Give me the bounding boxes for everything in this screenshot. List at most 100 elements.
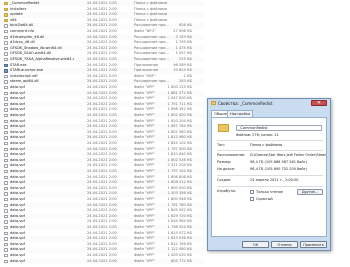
tab-customize[interactable]: Настройка — [227, 110, 254, 117]
file-date: 24.04.2021 2:00 — [87, 174, 117, 179]
file-date: 24.04.2021 2:00 — [87, 118, 117, 123]
dialog-titlebar[interactable]: Свойства: _CommonRedist ✕ — [208, 99, 330, 108]
file-name: GFSDK_SSAO.win64.dll — [10, 51, 52, 56]
file-row[interactable]: data.vpf 24.04.2021 2:00 Файл "VPF" 1 802 5… — [0, 130, 204, 135]
file-name: data.vpf — [10, 202, 25, 207]
file-size: 1 898 352 КБ — [167, 107, 192, 112]
file-row[interactable]: data.vpf 24.04.2021 2:00 Файл "VPF" 1 808 2… — [0, 180, 204, 186]
file-row[interactable]: data.vpf 24.04.2021 2:00 Файл "VPF" 1 805 5… — [0, 208, 204, 213]
file-row[interactable]: data.vpf 24.04.2021 2:00 Файл "VPF" 805 772… — [0, 258, 204, 264]
file-date: 24.04.2021 2:00 — [87, 124, 117, 129]
file-row[interactable]: data.vpf 24.04.2021 2:00 Файл "VPF" 1 810 6… — [0, 152, 204, 157]
cancel-button[interactable]: Отмена — [271, 241, 298, 248]
file-row[interactable]: data.vpf 24.04.2021 2:00 Файл "VPF" 1 798 0… — [0, 225, 204, 231]
file-icon — [4, 186, 8, 191]
file-icon — [4, 80, 8, 84]
file-row[interactable]: d3dcsx_46.dll 24.04.2021 2:00 Расширение п… — [0, 40, 204, 45]
apply-button[interactable]: Применить — [300, 241, 327, 248]
file-row[interactable]: d3dcompiler_46.dll 24.04.2021 2:00 Расшире… — [0, 34, 204, 40]
file-row[interactable]: data.vpf 24.04.2021 2:00 Файл "VPF" 1 802 4… — [0, 113, 204, 119]
folder-icon — [4, 2, 8, 6]
file-size: 2 303 356 КБ — [167, 191, 192, 196]
file-size: 1 800 948 КБ — [167, 197, 192, 201]
file-name: data.vpf — [10, 113, 25, 117]
file-row[interactable]: data.vpf 24.04.2021 2:00 Файл "VPF" 1 781 7… — [0, 202, 204, 208]
file-row[interactable]: data.vpf 24.04.2021 2:00 Файл "VPF" 1 823 0… — [0, 236, 204, 242]
file-row[interactable]: data.vpf 24.04.2021 2:00 Файл "VPF" 1 845 1… — [0, 141, 204, 146]
file-row[interactable]: data.vpf 24.04.2021 2:00 Файл "VPF" 1 802 3… — [0, 157, 204, 164]
file-row[interactable]: data.vpf 24.04.2021 2:00 Файл "VPF" 1 009 0… — [0, 253, 204, 258]
file-date: 24.04.2021 2:00 — [87, 141, 117, 145]
file-row[interactable]: data.vpf 24.04.2021 2:00 Файл "VPF" 2 321 2… — [0, 163, 204, 168]
file-row[interactable]: data.vpf 24.04.2021 2:00 Файл "VPF" 1 800 0… — [0, 186, 204, 191]
file-name: data.vpf — [10, 230, 25, 235]
file-date: 24.04.2021 2:00 — [87, 202, 117, 207]
file-icon — [4, 214, 8, 219]
file-row[interactable]: data.vpf 24.04.2021 2:00 Файл "VPF" 1 812 1… — [0, 242, 204, 247]
file-type: Папка с файлами — [134, 17, 168, 22]
file-row[interactable]: data.vpf 24.04.2021 2:00 Файл "VPF" 1 812 9… — [0, 135, 204, 141]
file-row[interactable]: GFSDK_TXAA_AlphaResolve.win64.dll 24.04.2… — [0, 57, 204, 63]
location-value: D:\Games\Star Wars Jedi Fallen Order\Ste… — [250, 153, 326, 157]
file-row[interactable]: data.vpf 24.04.2021 2:00 Файл "VPF" 2 303 3… — [0, 191, 204, 197]
file-row[interactable]: data.vpf 24.04.2021 2:00 Файл "VPF" 2 047 0… — [0, 96, 204, 101]
file-icon — [4, 198, 8, 202]
file-size: 1 798 024 КБ — [167, 225, 192, 229]
file-size: 1 122 060 КБ — [167, 247, 192, 252]
hidden-checkbox[interactable] — [250, 197, 254, 201]
file-size: 1 815 472 КБ — [167, 230, 192, 235]
file-row[interactable]: data.vpf 24.04.2021 2:00 Файл "VPF" 1 897 7… — [0, 124, 204, 130]
ok-button[interactable]: ОК — [242, 241, 269, 248]
other-attributes-button[interactable]: Другие... — [297, 189, 323, 195]
file-date: 24.04.2021 2:00 — [87, 6, 117, 11]
file-row[interactable]: data.vpf 24.04.2021 2:00 Файл "VPF" 1 791 7… — [0, 101, 204, 108]
file-row[interactable]: STAR.exe 24.04.2021 2:00 Приложение 96 289 … — [0, 63, 204, 68]
file-size: 1 009 020 КБ — [167, 253, 192, 257]
file-row[interactable]: STARLauncher.exe 24.04.2021 2:00 Приложени… — [0, 68, 204, 74]
file-row[interactable]: Installers 24.04.2021 2:00 Папка с файлами — [0, 7, 204, 12]
file-row[interactable]: data.vpf 24.04.2021 2:00 Файл "VPF" 1 810 2… — [0, 119, 204, 124]
file-type: Папка с файлами — [134, 1, 168, 5]
file-row[interactable]: GFSDK_Shadow_lib.win64.dll 24.04.2021 2:0… — [0, 45, 204, 52]
file-row[interactable]: data.vpf 24.04.2021 2:00 Файл "VPF" 1 797 0… — [0, 146, 204, 152]
content-summary: Файлов: 276; папок: 21 — [236, 133, 279, 137]
file-name: data.vpf — [10, 118, 25, 123]
file-row[interactable]: data.vpf 24.04.2021 2:00 Файл "VPF" 1 829 7… — [0, 213, 204, 220]
file-row[interactable]: data.vpf 24.04.2021 2:00 Файл "VPF" 1 834 9… — [0, 219, 204, 224]
file-name: update — [10, 12, 23, 17]
file-date: 24.04.2021 2:00 — [87, 79, 117, 84]
file-row[interactable]: update 24.04.2021 2:00 Папка с файлами — [0, 12, 204, 18]
file-row[interactable]: data.vpf 24.04.2021 2:00 Файл "VPF" 1 881 5… — [0, 90, 204, 96]
file-row[interactable]: data.vpf 24.04.2021 2:00 Файл "VPF" 1 122 0… — [0, 247, 204, 253]
folder-name-field[interactable]: _CommonRedist — [236, 125, 322, 131]
file-date: 24.04.2021 2:00 — [87, 62, 117, 67]
file-row[interactable]: GFSDK_SSAO.win64.dll 24.04.2021 2:00 Расши… — [0, 51, 204, 56]
file-date: 24.04.2021 2:00 — [87, 163, 117, 168]
file-name: data.vpf — [10, 258, 25, 263]
file-size: 263 КБ — [178, 79, 192, 84]
file-size: 225 КБ — [178, 57, 192, 61]
close-button[interactable]: ✕ — [311, 100, 327, 106]
dialog-title: Свойства: _CommonRedist — [218, 101, 273, 106]
file-row[interactable]: comment.nfo 24.04.2021 2:00 Файл "NFO" 27 9… — [0, 29, 204, 34]
file-row[interactable]: _CommonRedist 24.04.2021 2:00 Папка с файл… — [0, 1, 204, 7]
created-label: Создан: — [217, 178, 232, 182]
file-row[interactable]: installscript.vdf 24.04.2021 2:00 Файл "VD… — [0, 74, 204, 79]
file-row[interactable]: binkZw64.dll 24.04.2021 2:00 Расширение пр… — [0, 23, 204, 29]
readonly-checkbox[interactable] — [250, 190, 254, 194]
file-type: Папка с файлами — [134, 12, 168, 17]
file-row[interactable]: data.vpf 24.04.2021 2:00 Файл "VPF" 1 797 1… — [0, 169, 204, 175]
file-date: 24.04.2021 2:00 — [87, 197, 117, 201]
file-row[interactable]: data.vpf 24.04.2021 2:00 Файл "VPF" 1 806 8… — [0, 175, 204, 180]
file-size: 1 812 196 КБ — [167, 241, 192, 246]
file-row[interactable]: steam_api64.dll 24.04.2021 2:00 Расширение… — [0, 79, 204, 85]
file-date: 24.04.2021 2:00 — [87, 230, 117, 235]
file-icon — [4, 41, 8, 45]
file-row[interactable]: data.vpf 24.04.2021 2:00 Файл "VPF" 1 800 9… — [0, 197, 204, 202]
file-date: 24.04.2021 2:00 — [87, 241, 117, 246]
file-row[interactable]: data.vpf 24.04.2021 2:00 Файл "VPF" 1 898 3… — [0, 107, 204, 112]
file-row[interactable]: x64 24.04.2021 2:00 Папка с файлами — [0, 18, 204, 23]
file-row[interactable]: data.vpf 24.04.2021 2:00 Файл "VPF" 1 815 4… — [0, 231, 204, 236]
size-on-disk-label: На диске: — [217, 167, 235, 171]
file-row[interactable]: data.vpf 24.04.2021 2:00 Файл "VPF" 1 800 1… — [0, 85, 204, 90]
